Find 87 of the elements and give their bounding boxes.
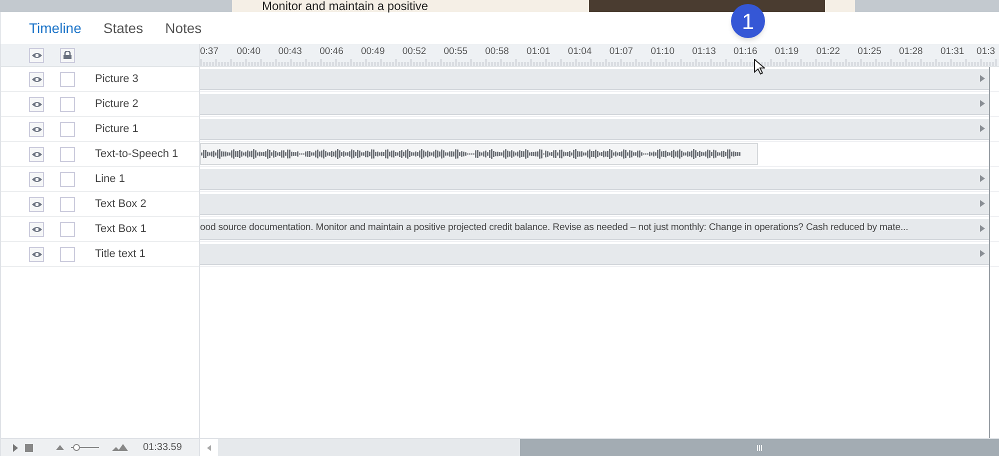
tab[interactable]: Notes: [165, 18, 202, 38]
lock-checkbox[interactable]: [60, 122, 75, 136]
audio-clip[interactable]: [200, 143, 758, 165]
ruler-label: 01:10: [650, 44, 676, 59]
lock-toggle[interactable]: [60, 48, 75, 62]
expand-arrow-icon[interactable]: [980, 125, 985, 132]
scroll-left-button[interactable]: [200, 439, 218, 456]
lock-checkbox[interactable]: [60, 96, 75, 112]
expand-arrow-icon[interactable]: [980, 250, 985, 257]
duration-text: 01:33.59: [143, 441, 182, 455]
ruler-label: 01:19: [774, 44, 800, 59]
ruler-label: 00:40: [236, 44, 262, 59]
layer-name: Text-to-Speech 1: [95, 146, 178, 162]
ruler-label: 01:31: [939, 44, 966, 59]
eye-icon: [32, 226, 42, 232]
ruler-label: 01:04: [566, 44, 593, 59]
layer-name: Picture 3: [95, 72, 138, 87]
ruler-label: 01:01: [526, 44, 552, 59]
expand-arrow-icon[interactable]: [980, 75, 985, 82]
scrollbar-thumb[interactable]: [520, 439, 999, 456]
object-bar[interactable]: [200, 244, 989, 264]
play-icon[interactable]: [13, 444, 18, 452]
object-bar[interactable]: [200, 194, 989, 214]
lock-checkbox[interactable]: [60, 222, 75, 236]
zoom-in-icon[interactable]: [112, 444, 128, 451]
lock-checkbox[interactable]: [60, 146, 75, 162]
eye-icon: [32, 100, 42, 108]
lock-checkbox[interactable]: [60, 72, 75, 86]
left-arrow-icon: [207, 444, 211, 450]
object-bar[interactable]: [200, 68, 989, 90]
visibility-toggle[interactable]: [29, 48, 44, 62]
ruler-label: 00:52: [401, 44, 428, 59]
ruler-label: 00:43: [277, 44, 303, 59]
visibility-toggle[interactable]: [29, 172, 44, 186]
visibility-toggle[interactable]: [29, 222, 44, 236]
visibility-toggle[interactable]: [29, 146, 44, 162]
visibility-toggle[interactable]: [29, 96, 44, 112]
eye-icon: [32, 200, 42, 208]
expand-arrow-icon[interactable]: [980, 225, 985, 232]
ruler-label: 00:46: [318, 44, 344, 59]
eye-icon: [32, 176, 42, 182]
visibility-toggle[interactable]: [29, 246, 44, 262]
visibility-toggle[interactable]: [29, 72, 44, 86]
ruler-label: 01:25: [856, 44, 882, 59]
eye-icon: [32, 150, 42, 158]
eye-icon: [32, 250, 42, 258]
layer-name: Text Box 2: [95, 196, 146, 212]
ruler-label: 01:3: [976, 44, 996, 59]
lock-checkbox[interactable]: [60, 246, 75, 262]
ruler-label: 00:49: [360, 44, 386, 59]
tab[interactable]: States: [103, 18, 144, 38]
stop-icon[interactable]: [25, 444, 33, 452]
ruler-label: 01:07: [608, 44, 634, 59]
cursor-icon: [754, 59, 765, 75]
ruler-label: 01:28: [898, 44, 924, 59]
bar-text: ood source documentation. Monitor and maintain a positive projected credit balance. Revise as needed – not just monthly: Change in operations? Cash reduced by mate...: [200, 221, 910, 236]
tab[interactable]: Timeline: [29, 18, 82, 38]
ruler-label: 0:37: [200, 44, 220, 59]
ruler-label: 01:22: [815, 44, 842, 59]
visibility-toggle[interactable]: [29, 122, 44, 136]
lock-checkbox[interactable]: [60, 196, 75, 212]
object-bar[interactable]: [200, 94, 989, 114]
ruler-label: 01:13: [691, 44, 717, 59]
expand-arrow-icon[interactable]: [980, 200, 985, 207]
eye-icon: [32, 52, 42, 58]
slide-text: Monitor and maintain a positive: [262, 0, 428, 12]
expand-arrow-icon[interactable]: [980, 175, 985, 182]
object-bar[interactable]: ood source documentation. Monitor and maintain a positive projected credit balance. Revise as needed – not just monthly: Change in operations? Cash reduced by mate...: [200, 218, 989, 240]
slider-thumb[interactable]: [72, 444, 80, 451]
layer-name: Text Box 1: [95, 222, 146, 237]
zoom-slider[interactable]: [71, 444, 99, 451]
step-marker: 1: [731, 4, 765, 38]
layer-name: Title text 1: [95, 246, 146, 262]
grip-icon: [757, 444, 762, 450]
layer-name: Picture 1: [95, 122, 138, 137]
layer-name: Picture 2: [95, 96, 138, 112]
visibility-toggle[interactable]: [29, 196, 44, 212]
lock-icon: [63, 51, 72, 59]
expand-arrow-icon[interactable]: [980, 100, 985, 107]
layer-name: Line 1: [95, 172, 125, 187]
ruler-label: 00:55: [442, 44, 469, 59]
ruler-label: 00:58: [484, 44, 510, 59]
zoom-out-icon[interactable]: [56, 445, 64, 450]
eye-icon: [32, 76, 42, 82]
lock-checkbox[interactable]: [60, 172, 75, 186]
eye-icon: [32, 126, 42, 132]
ruler-label: 01:16: [732, 44, 758, 59]
